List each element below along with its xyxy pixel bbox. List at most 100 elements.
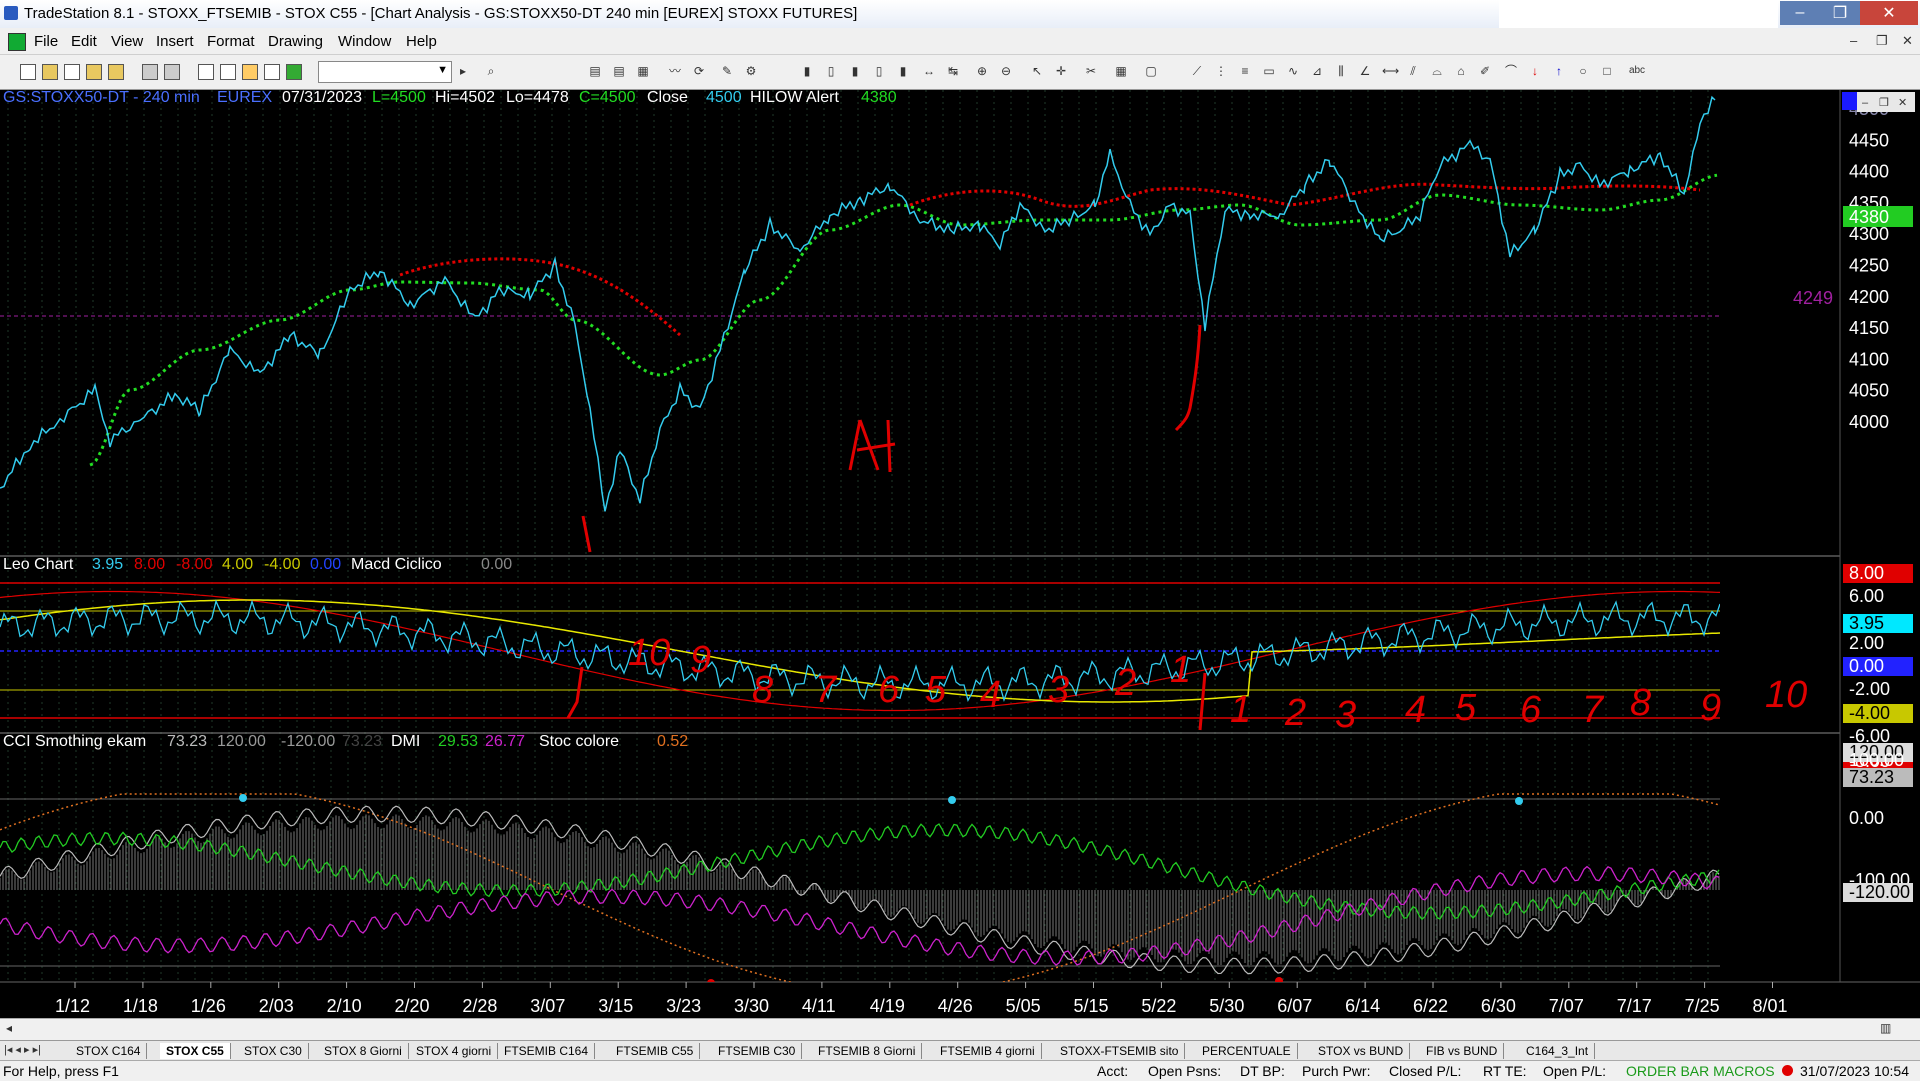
rectangle-icon[interactable]: □ bbox=[1600, 64, 1614, 78]
arc-icon[interactable]: ⌓ bbox=[1430, 64, 1444, 78]
menu-drawing[interactable]: Drawing bbox=[268, 33, 323, 50]
play-icon[interactable]: ▸ bbox=[456, 64, 470, 78]
measure-icon[interactable]: ⟷ bbox=[1382, 64, 1399, 78]
menu-window[interactable]: Window bbox=[338, 33, 391, 50]
arrow-down-icon[interactable]: ↓ bbox=[1528, 64, 1542, 78]
mdi-restore-icon[interactable]: ❐ bbox=[1876, 33, 1888, 49]
toolbar-bars3-icon[interactable]: ▮ bbox=[848, 64, 862, 78]
tab-stox-vs-bund[interactable]: STOX vs BUND bbox=[1312, 1043, 1411, 1059]
tab-ftsemib-c30[interactable]: FTSEMIB C30 bbox=[712, 1043, 803, 1059]
tab-fib-vs-bund[interactable]: FIB vs BUND bbox=[1420, 1043, 1505, 1059]
tab-c164-3-int[interactable]: C164_3_Int bbox=[1520, 1043, 1596, 1059]
pane-minimize-icon[interactable]: – bbox=[1862, 97, 1869, 109]
scroll-left-icon[interactable]: ◂ bbox=[6, 1021, 12, 1035]
channel-icon[interactable]: ▭ bbox=[1262, 64, 1276, 78]
tab-ftsemib-c55[interactable]: FTSEMIB C55 bbox=[610, 1043, 701, 1059]
trendline-icon[interactable]: ⟋ bbox=[1190, 64, 1204, 78]
close-button[interactable]: ✕ bbox=[1860, 1, 1918, 25]
menu-view[interactable]: View bbox=[111, 33, 143, 50]
toolbar-expand-icon[interactable]: ↔ bbox=[922, 64, 936, 78]
tab-stox-c55[interactable]: STOX C55 bbox=[160, 1043, 231, 1059]
pane2-axis-label: 8.00 bbox=[1849, 563, 1884, 583]
tab-stox-8-giorni[interactable]: STOX 8 Giorni bbox=[318, 1043, 409, 1059]
lock2-icon[interactable]: ⌂ bbox=[1454, 64, 1468, 78]
window-icon[interactable] bbox=[198, 64, 214, 80]
lock-icon[interactable] bbox=[242, 64, 258, 80]
text-icon[interactable]: abc bbox=[1626, 64, 1648, 78]
fib-icon[interactable]: ∿ bbox=[1286, 64, 1300, 78]
globe-icon[interactable] bbox=[286, 64, 302, 80]
toolbar-data-icon[interactable]: ▦ bbox=[1114, 64, 1128, 78]
menu-insert[interactable]: Insert bbox=[156, 33, 194, 50]
folder-icon[interactable] bbox=[108, 64, 124, 80]
arrow-up-icon[interactable]: ↑ bbox=[1552, 64, 1566, 78]
date-label: 2/20 bbox=[395, 996, 430, 1016]
pointer-icon[interactable]: ↖ bbox=[1030, 64, 1044, 78]
curve-icon[interactable]: ⌒ bbox=[1504, 64, 1518, 78]
tab-nav-icons[interactable]: |◂ ◂ ▸ ▸| bbox=[4, 1043, 41, 1056]
date-label: 6/22 bbox=[1413, 996, 1448, 1016]
tab-stox-c30[interactable]: STOX C30 bbox=[238, 1043, 309, 1059]
pen-icon[interactable]: ✐ bbox=[1478, 64, 1492, 78]
menu-help[interactable]: Help bbox=[406, 33, 437, 50]
angle-icon[interactable]: ∠ bbox=[1358, 64, 1372, 78]
toolbar-compress-icon[interactable]: ↹ bbox=[946, 64, 960, 78]
date-label: 6/07 bbox=[1277, 996, 1312, 1016]
status-rt-te: RT TE: bbox=[1483, 1063, 1527, 1079]
binoculars-icon[interactable]: ⌕ bbox=[484, 64, 498, 78]
tab-percentuale[interactable]: PERCENTUALE bbox=[1196, 1043, 1298, 1059]
tab-ftsemib-8-giorni[interactable]: FTSEMIB 8 Giorni bbox=[812, 1043, 923, 1059]
ellipse-icon[interactable]: ○ bbox=[1576, 64, 1590, 78]
lower-count-5: 5 bbox=[1455, 687, 1477, 729]
chart-icon[interactable] bbox=[264, 64, 280, 80]
tile-icon[interactable] bbox=[220, 64, 236, 80]
menu-edit[interactable]: Edit bbox=[71, 33, 97, 50]
chart-area[interactable]: IA GS:STOXX50-DT - 240 min EUREX 07/31/2… bbox=[0, 90, 1920, 1050]
parallel-icon[interactable]: ⫽ bbox=[1406, 64, 1420, 78]
pane-restore-icon[interactable]: ❐ bbox=[1879, 97, 1889, 109]
toolbar-drawing-icon[interactable]: ✎ bbox=[720, 64, 734, 78]
print-preview-icon[interactable] bbox=[164, 64, 180, 80]
zoom-out-icon[interactable]: ⊖ bbox=[999, 64, 1013, 78]
hline-icon[interactable]: ≡ bbox=[1238, 64, 1252, 78]
tab-stox-4-giorni[interactable]: STOX 4 giorni bbox=[410, 1043, 499, 1059]
tab-ftsemib-c164[interactable]: FTSEMIB C164 bbox=[498, 1043, 596, 1059]
toolbar-bars-icon[interactable]: ▮ bbox=[800, 64, 814, 78]
tab-ftsemib-4-giorni[interactable]: FTSEMIB 4 giorni bbox=[934, 1043, 1042, 1059]
toolbar-bars4-icon[interactable]: ▯ bbox=[872, 64, 886, 78]
maximize-button[interactable]: ❐ bbox=[1820, 1, 1860, 25]
pane-close-icon[interactable]: ✕ bbox=[1898, 97, 1907, 109]
minimize-button[interactable]: – bbox=[1780, 1, 1820, 25]
tab-stoxx-ftsemib-sito[interactable]: STOXX-FTSEMIB sito bbox=[1054, 1043, 1186, 1059]
menu-file[interactable]: File bbox=[34, 33, 58, 50]
symbol-dropdown[interactable]: ▼ bbox=[318, 61, 452, 83]
gann-icon[interactable]: ⊿ bbox=[1310, 64, 1324, 78]
new-workspace-icon[interactable] bbox=[64, 64, 80, 80]
toolbar-bars5-icon[interactable]: ▮ bbox=[896, 64, 910, 78]
toolbar-ind-icon[interactable]: ⚙ bbox=[744, 64, 758, 78]
horizontal-scrollbar[interactable]: ◂ ▥ bbox=[0, 1018, 1920, 1041]
crosshair-icon[interactable]: ✛ bbox=[1054, 64, 1068, 78]
vline-icon[interactable]: ⋮ bbox=[1214, 64, 1228, 78]
toolbar-refresh-icon[interactable]: ⟳ bbox=[692, 64, 706, 78]
mdi-close-icon[interactable]: ✕ bbox=[1902, 33, 1913, 49]
open-icon[interactable] bbox=[42, 64, 58, 80]
speed-icon[interactable]: ⫼ bbox=[1334, 64, 1348, 78]
zoom-in-icon[interactable]: ⊕ bbox=[975, 64, 989, 78]
toolbar-grid-icon[interactable]: ▤ bbox=[588, 64, 602, 78]
print-icon[interactable] bbox=[142, 64, 158, 80]
toolbar-table-icon[interactable]: ▦ bbox=[636, 64, 650, 78]
toolbar-grid2-icon[interactable]: ▤ bbox=[612, 64, 626, 78]
upper-count-3: 3 bbox=[1048, 669, 1069, 711]
toolbar-bars2-icon[interactable]: ▯ bbox=[824, 64, 838, 78]
toolbar-link-icon[interactable]: ▢ bbox=[1144, 64, 1158, 78]
mdi-minimize-icon[interactable]: – bbox=[1850, 33, 1857, 48]
status-macros[interactable]: ORDER BAR MACROS bbox=[1626, 1063, 1775, 1079]
new-icon[interactable] bbox=[20, 64, 36, 80]
menu-format[interactable]: Format bbox=[207, 33, 255, 50]
scroll-grip-icon[interactable]: ▥ bbox=[1880, 1021, 1891, 1035]
toolbar-chart-icon[interactable]: 〰 bbox=[668, 64, 682, 78]
tools-icon[interactable]: ✂ bbox=[1084, 64, 1098, 78]
tab-stox-c164[interactable]: STOX C164 bbox=[70, 1043, 148, 1059]
open-workspace-icon[interactable] bbox=[86, 64, 102, 80]
